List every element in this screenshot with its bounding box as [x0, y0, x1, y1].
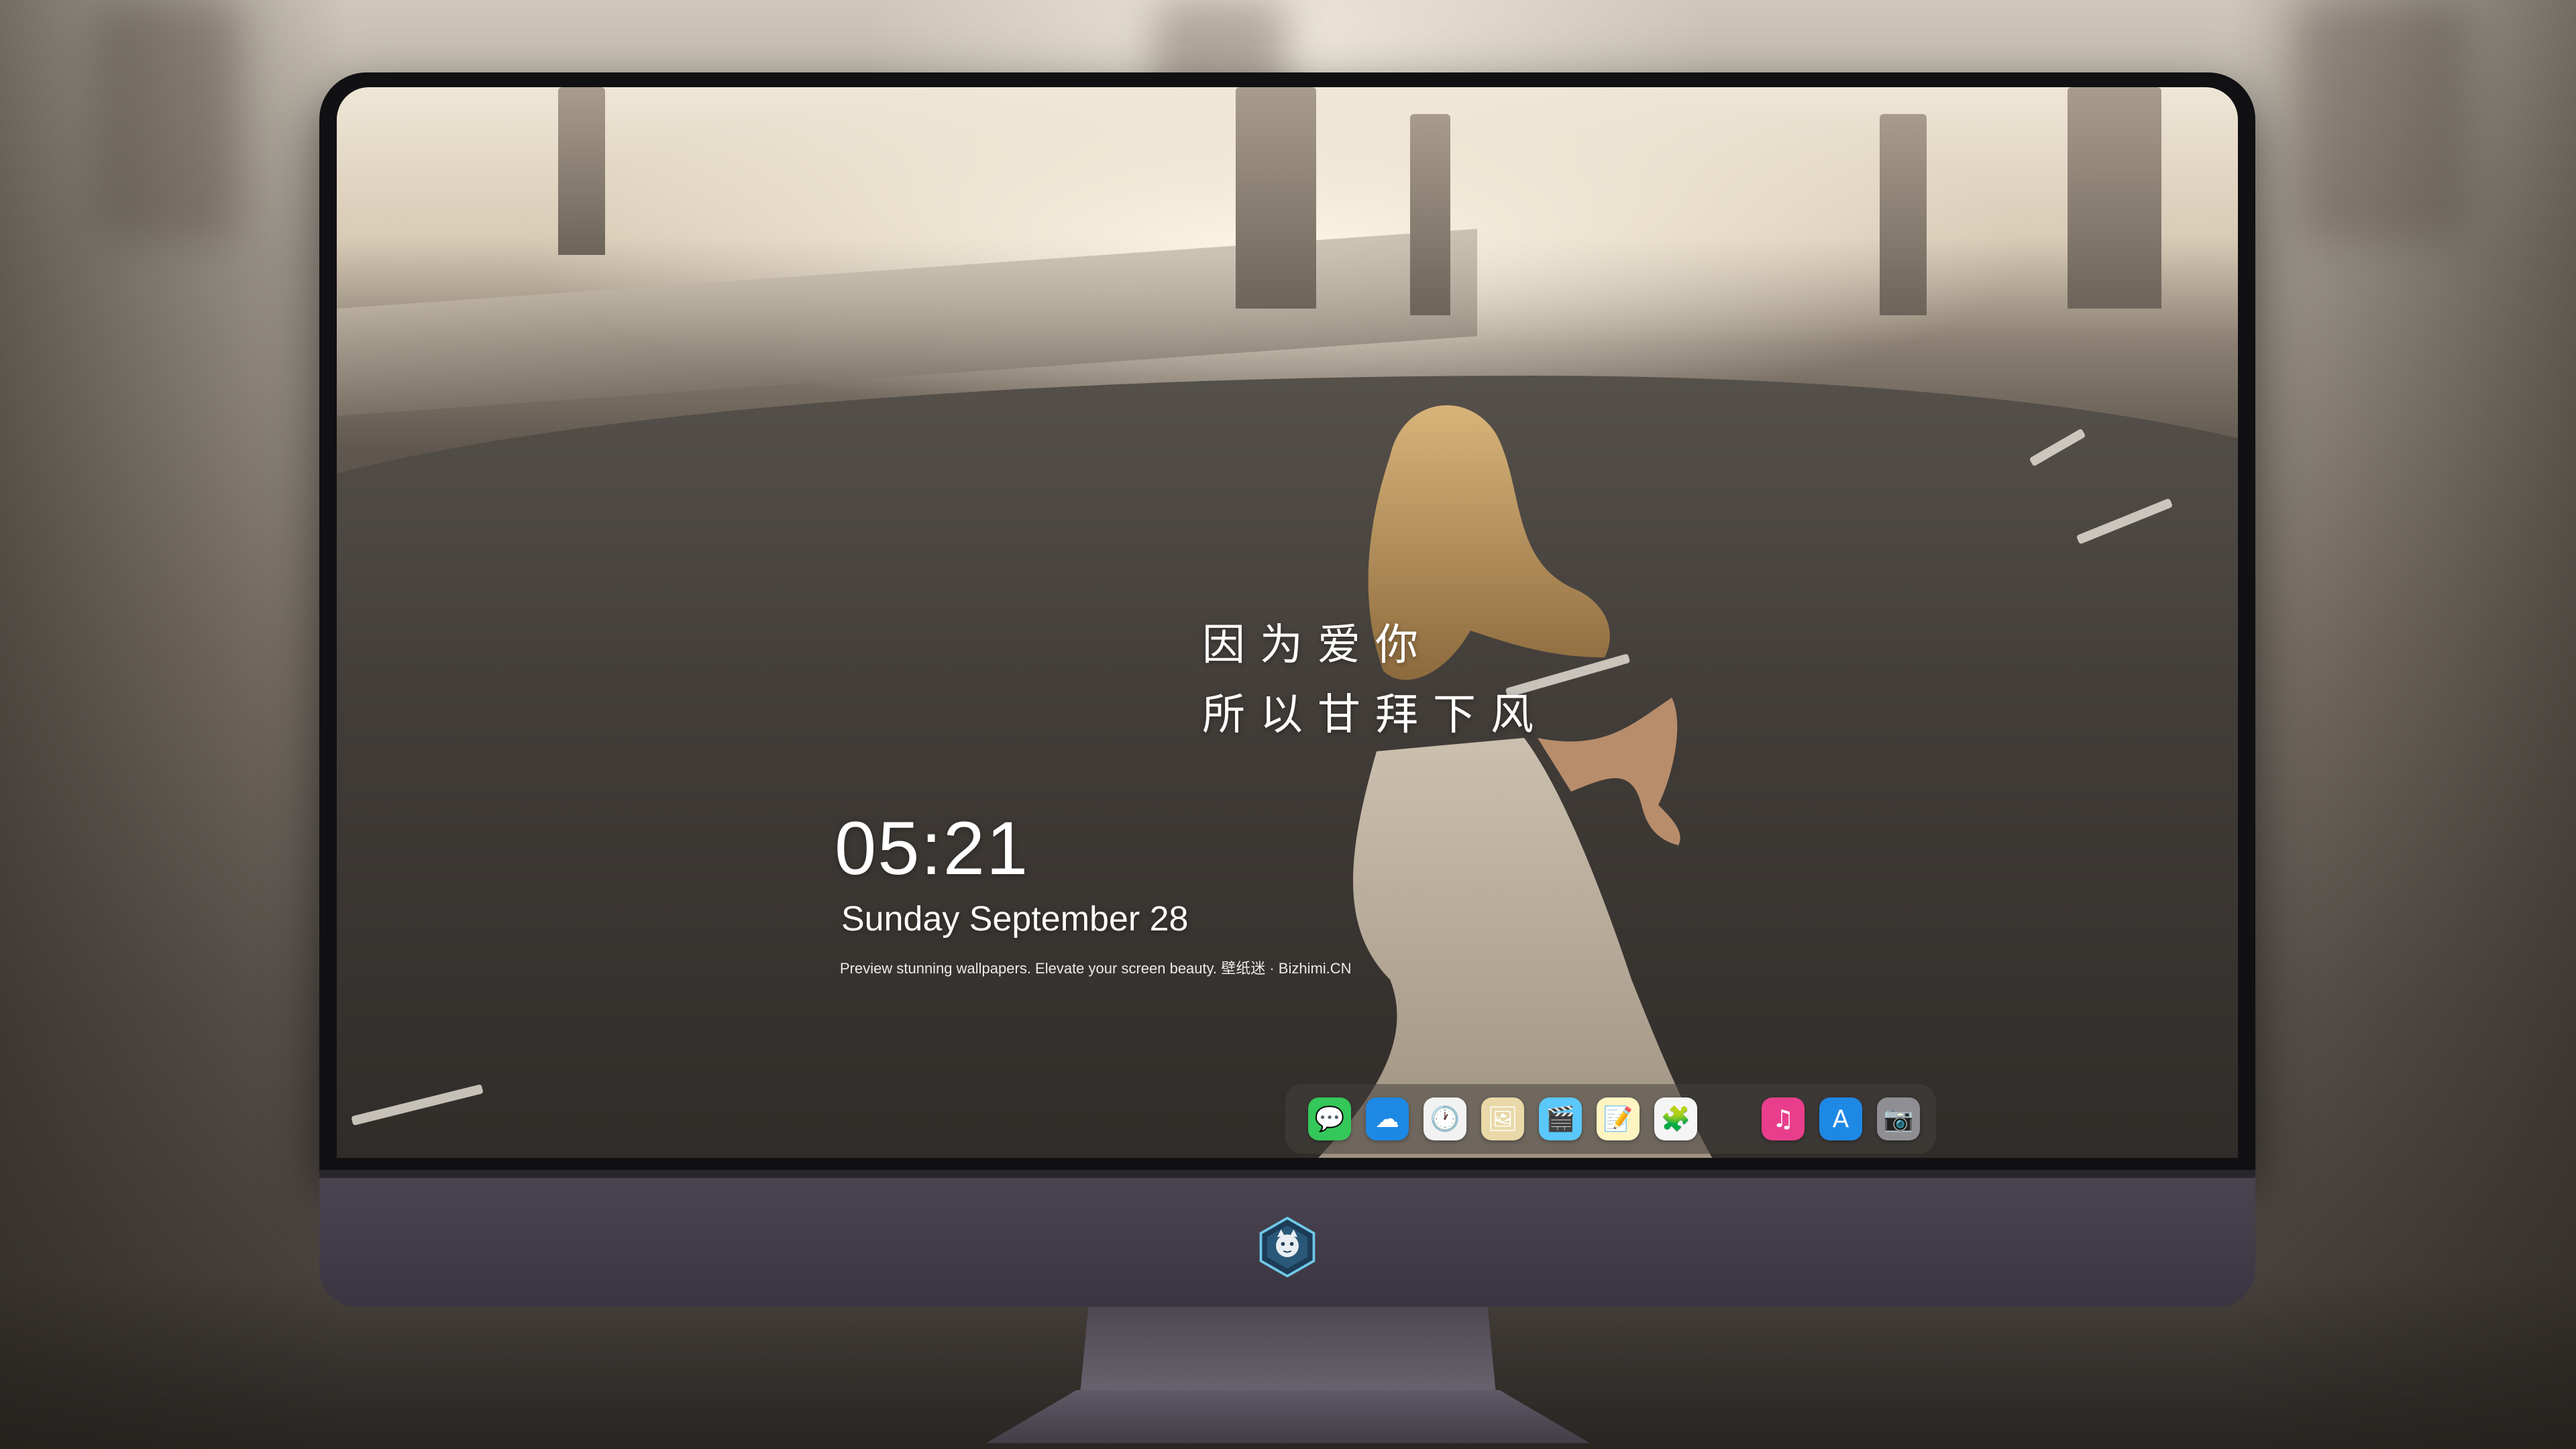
preview-icon[interactable]: 🖼 [1481, 1097, 1524, 1140]
quote-line-1: 因为爱你 [1202, 621, 1433, 670]
notes-icon[interactable]: 📝 [1597, 1097, 1640, 1140]
screen-wallpaper: 因为爱你 所以甘拜下风 05:21 Sunday September 28 Pr… [337, 87, 2238, 1158]
clock-date: Sunday September 28 [841, 900, 1189, 938]
monitor-bezel: 因为爱你 所以甘拜下风 05:21 Sunday September 28 Pr… [319, 72, 2255, 1170]
clips-icon[interactable]: 🎬 [1539, 1097, 1582, 1140]
clock-icon[interactable]: 🕐 [1424, 1097, 1466, 1140]
bridge-tower [1880, 114, 1927, 315]
dock: 💬 ☁ 🕐 🖼 🎬 📝 🧩 ♫ A 📷 [1285, 1084, 1936, 1154]
camera-icon[interactable]: 📷 [1877, 1097, 1920, 1140]
quote-line-2: 所以甘拜下风 [1202, 690, 1548, 740]
bridge-tower [558, 87, 605, 255]
bridge-tower [1236, 87, 1316, 309]
brand-logo-icon [1259, 1216, 1316, 1278]
bridge-tower [2068, 87, 2161, 309]
wallpaper-tagline: Preview stunning wallpapers. Elevate you… [840, 960, 1352, 977]
messages-icon[interactable]: 💬 [1308, 1097, 1351, 1140]
weather-icon[interactable]: ☁ [1366, 1097, 1409, 1140]
photos-icon[interactable]: 🧩 [1654, 1097, 1697, 1140]
backdrop-shade-right [2227, 0, 2576, 1449]
running-woman-figure [1318, 405, 1713, 1158]
bridge-tower [1410, 114, 1450, 315]
monitor-stand-neck [1080, 1307, 1496, 1394]
monitor-chin [319, 1170, 2255, 1307]
desktop-backdrop: 因为爱你 所以甘拜下风 05:21 Sunday September 28 Pr… [0, 0, 2576, 1449]
backdrop-shade-left [0, 0, 349, 1449]
clock-time: 05:21 [835, 806, 1030, 890]
monitor: 因为爱你 所以甘拜下风 05:21 Sunday September 28 Pr… [319, 72, 2255, 1307]
app-store-icon[interactable]: A [1819, 1097, 1862, 1140]
music-icon[interactable]: ♫ [1762, 1097, 1805, 1140]
monitor-stand-base [986, 1390, 1590, 1444]
wallpaper-quote: 因为爱你 所以甘拜下风 [1202, 610, 1548, 750]
